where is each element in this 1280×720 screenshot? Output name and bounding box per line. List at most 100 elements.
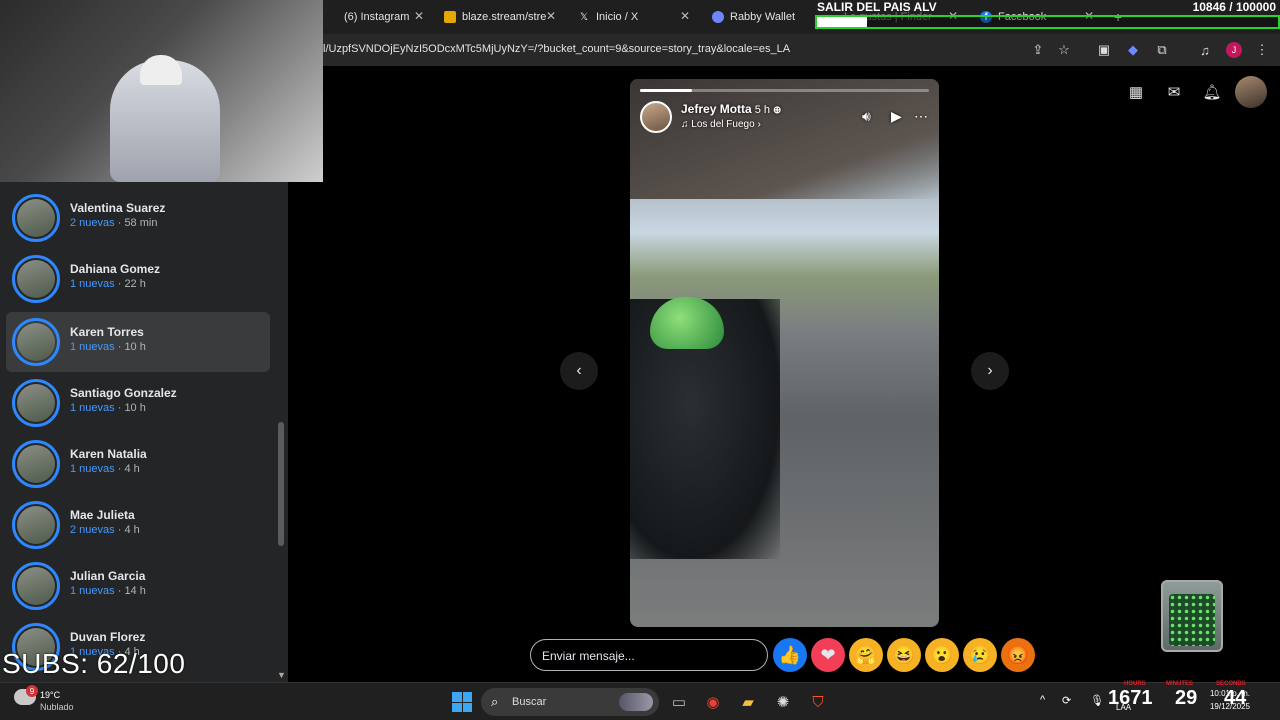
media-control-icon[interactable]: ♫ bbox=[1195, 40, 1215, 60]
chevron-left-icon: ‹ bbox=[576, 362, 582, 379]
story-author-avatar[interactable] bbox=[640, 101, 672, 133]
story-user-name: Julian Garcia bbox=[70, 569, 146, 583]
story-list-item[interactable]: Julian Garcia 1 nuevas · 14 h bbox=[6, 556, 270, 616]
story-list-item[interactable]: Karen Torres 1 nuevas · 10 h bbox=[6, 312, 270, 372]
openai-icon[interactable]: ✺ bbox=[771, 690, 795, 714]
menu-grid-icon[interactable]: ▦ bbox=[1120, 76, 1152, 108]
profile-avatar[interactable]: J bbox=[1224, 40, 1244, 60]
weather-desc[interactable]: Nublado bbox=[40, 702, 74, 712]
chrome-icon[interactable]: ◉ bbox=[701, 690, 725, 714]
rabby-extension-icon[interactable]: ◆ bbox=[1123, 40, 1143, 60]
reaction-bar: 👍 ❤ 🤗 😆 😮 😢 😡 bbox=[773, 638, 1035, 672]
stories-sidebar: Valentina Suarez 2 nuevas · 58 min Dahiana… bbox=[0, 182, 288, 682]
clock-time: 10:01 p. m. bbox=[1209, 689, 1250, 698]
browser-menu-icon[interactable]: ⋮ bbox=[1252, 40, 1272, 60]
globe-icon: ⊕ bbox=[772, 105, 782, 116]
avatar-photo bbox=[17, 260, 55, 298]
story-user-name: Mae Julieta bbox=[70, 508, 135, 522]
avatar-photo bbox=[17, 384, 55, 422]
story-meta: 1 nuevas · 4 h bbox=[70, 463, 140, 475]
messenger-icon[interactable]: ✉ bbox=[1158, 76, 1190, 108]
like-reaction-icon[interactable]: 👍 bbox=[773, 638, 807, 672]
meta-separator: · bbox=[114, 402, 125, 414]
story-avatar bbox=[12, 318, 60, 366]
tab-instagram[interactable]: (6) Instagram ✕ bbox=[320, 4, 430, 30]
story-age: 22 h bbox=[124, 278, 146, 290]
search-label: Buscar bbox=[512, 696, 547, 708]
meta-separator: · bbox=[114, 341, 125, 353]
tab-x[interactable]: 𝕏 Inicio / X ✕ bbox=[572, 4, 696, 30]
story-meta: 2 nuevas · 58 min bbox=[70, 217, 157, 229]
angry-reaction-icon[interactable]: 😡 bbox=[1001, 638, 1035, 672]
cap-icon bbox=[140, 55, 182, 85]
story-meta: 2 nuevas · 4 h bbox=[70, 524, 140, 536]
microphone-icon[interactable]: 🎙︎ bbox=[1090, 694, 1104, 707]
task-view-icon[interactable]: ▭ bbox=[667, 690, 691, 714]
haha-reaction-icon[interactable]: 😆 bbox=[887, 638, 921, 672]
meta-separator: · bbox=[114, 217, 125, 229]
story-list-item[interactable]: Dahiana Gomez 1 nuevas · 22 h bbox=[6, 249, 270, 309]
taskbar-search[interactable]: ⌕ Buscar bbox=[481, 688, 659, 716]
play-icon[interactable]: ▶ bbox=[891, 108, 902, 125]
tab-title: Inicio / X bbox=[596, 11, 639, 23]
story-list-item[interactable]: Karen Natalia 1 nuevas · 4 h bbox=[6, 434, 270, 494]
url-text[interactable]: l/UzpfSVNDOjEyNzI5ODcxMTc5MjUyNzY=/?buck… bbox=[323, 43, 790, 55]
screen: (6) Instagram ✕ blaze.stream/stre ✕ 𝕏 In… bbox=[0, 0, 1280, 720]
chevron-right-icon: › bbox=[987, 362, 993, 379]
scroll-down-icon[interactable]: ▼ bbox=[277, 670, 286, 680]
story-list-item[interactable]: Santiago Gonzalez 1 nuevas · 10 h bbox=[6, 373, 270, 433]
song-title: Los del Fuego bbox=[691, 119, 755, 130]
reply-message-input[interactable]: Enviar mensaje... bbox=[530, 639, 768, 671]
story-avatar bbox=[12, 379, 60, 427]
new-count: 1 nuevas bbox=[70, 278, 115, 290]
volume-icon[interactable]: 🔊︎ bbox=[862, 108, 871, 125]
story-viewer[interactable]: Jefrey Motta 5 h ⊕ ♫ Los del Fuego › 🔊︎ ▶ … bbox=[630, 79, 939, 627]
care-reaction-icon[interactable]: 🤗 bbox=[849, 638, 883, 672]
story-author-name[interactable]: Jefrey Motta 5 h ⊕ bbox=[681, 102, 781, 116]
system-clock[interactable]: 10:01 p. m. 19/12/2025 bbox=[1198, 689, 1250, 711]
weather-badge: 9 bbox=[26, 685, 38, 697]
close-icon[interactable]: ✕ bbox=[680, 9, 690, 23]
install-app-icon[interactable]: ⇪ bbox=[1028, 40, 1048, 60]
story-list-item[interactable]: Mae Julieta 2 nuevas · 4 h bbox=[6, 495, 270, 555]
windows-start-icon[interactable] bbox=[452, 692, 472, 712]
sync-icon[interactable]: ⟳ bbox=[1062, 694, 1071, 707]
weather-temp[interactable]: 19°C bbox=[40, 690, 60, 700]
extension-icon[interactable]: ▣ bbox=[1094, 40, 1114, 60]
file-explorer-icon[interactable]: ▰ bbox=[736, 690, 760, 714]
tray-overflow-icon[interactable]: ^ bbox=[1040, 694, 1045, 706]
love-reaction-icon[interactable]: ❤ bbox=[811, 638, 845, 672]
notifications-bell-icon[interactable]: 🔔︎ bbox=[1196, 76, 1228, 108]
wow-reaction-icon[interactable]: 😮 bbox=[925, 638, 959, 672]
tab-title: blaze.stream/stre bbox=[462, 11, 547, 23]
close-icon[interactable]: ✕ bbox=[546, 9, 556, 23]
next-story-button[interactable]: › bbox=[971, 352, 1009, 390]
instagram-icon bbox=[326, 11, 338, 23]
story-user-name: Santiago Gonzalez bbox=[70, 386, 177, 400]
avatar-photo bbox=[17, 199, 55, 237]
story-music[interactable]: ♫ Los del Fuego › bbox=[681, 119, 761, 130]
story-list-item[interactable]: Valentina Suarez 2 nuevas · 58 min bbox=[6, 188, 270, 248]
story-avatar bbox=[12, 440, 60, 488]
more-options-icon[interactable]: ⋯ bbox=[914, 108, 928, 125]
previous-story-button[interactable]: ‹ bbox=[560, 352, 598, 390]
story-user-name: Duvan Florez bbox=[70, 630, 146, 644]
sad-reaction-icon[interactable]: 😢 bbox=[963, 638, 997, 672]
new-count: 2 nuevas bbox=[70, 524, 115, 536]
story-user-name: Valentina Suarez bbox=[70, 201, 166, 215]
brave-icon[interactable]: ⛉ bbox=[806, 690, 830, 714]
story-meta: 1 nuevas · 10 h bbox=[70, 402, 146, 414]
profile-initial: J bbox=[1226, 42, 1242, 58]
counter-minutes: 29 bbox=[1175, 687, 1198, 709]
bookmark-star-icon[interactable]: ☆ bbox=[1054, 40, 1074, 60]
windows-taskbar: 9 19°C Nublado ⌕ Buscar ▭ ◉ ▰ ✺ ⛉ ^ ⟳ 🎙︎… bbox=[0, 681, 1280, 720]
tab-rabby[interactable]: Rabby Wallet bbox=[706, 4, 810, 30]
close-icon[interactable]: ✕ bbox=[414, 9, 424, 23]
stream-goal-overlay: SALIR DEL PAIS ALV 10846 / 100000 bbox=[815, 0, 1280, 32]
music-note-icon: ♫ bbox=[681, 119, 692, 130]
sidebar-scrollbar[interactable] bbox=[278, 422, 284, 546]
account-avatar[interactable] bbox=[1235, 76, 1267, 108]
meta-separator: · bbox=[114, 463, 125, 475]
extensions-puzzle-icon[interactable]: ⧉ bbox=[1152, 40, 1172, 60]
tab-blaze[interactable]: blaze.stream/stre ✕ bbox=[438, 4, 562, 30]
